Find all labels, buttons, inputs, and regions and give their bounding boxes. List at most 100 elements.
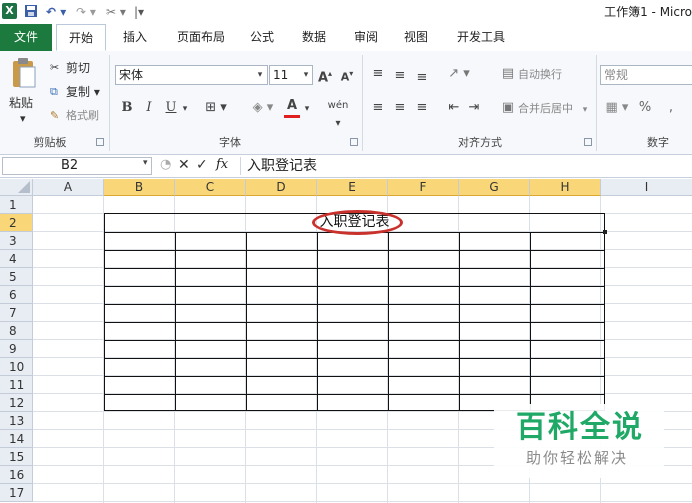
shrink-font-icon[interactable]: A▾ <box>338 65 356 87</box>
chevron-down-icon[interactable]: ▾ <box>300 66 312 84</box>
row-header-5[interactable]: 5 <box>0 268 33 286</box>
tab-formulas[interactable]: 公式 <box>242 24 282 51</box>
row-header-17[interactable]: 17 <box>0 484 33 502</box>
row-header-12[interactable]: 12 <box>0 394 33 412</box>
align-center-icon[interactable]: ≡ <box>392 99 408 117</box>
column-header-a[interactable]: A <box>33 179 104 196</box>
number-group-label: 数字 <box>647 136 669 149</box>
tab-review[interactable]: 审阅 <box>346 24 386 51</box>
cut-button[interactable]: 剪切 <box>66 60 90 76</box>
row-header-9[interactable]: 9 <box>0 340 33 358</box>
table-border <box>175 232 176 411</box>
row-header-8[interactable]: 8 <box>0 322 33 340</box>
merge-center-icon[interactable]: ▣ <box>500 99 516 117</box>
italic-button[interactable]: I <box>142 99 156 117</box>
decrease-indent-icon[interactable]: ⇤ <box>446 99 462 117</box>
column-header-f[interactable]: F <box>388 179 459 196</box>
tab-page-layout[interactable]: 页面布局 <box>166 24 236 51</box>
merge-center-button[interactable]: 合并后居中 <box>518 101 573 117</box>
tab-developer[interactable]: 开发工具 <box>446 24 516 51</box>
clipboard-launcher-icon[interactable] <box>96 138 104 146</box>
watermark-sub-text: 助你轻松解决 <box>526 449 629 467</box>
orientation-icon[interactable]: ↗ ▾ <box>446 65 472 83</box>
format-painter-icon[interactable]: ✎ <box>50 108 59 124</box>
save-icon[interactable] <box>24 4 38 20</box>
row-header-2[interactable]: 2 <box>0 214 33 232</box>
format-painter-button[interactable]: 格式刷 <box>66 108 99 124</box>
column-header-d[interactable]: D <box>246 179 317 196</box>
align-middle-icon[interactable]: ≡ <box>392 67 408 85</box>
fill-color-icon[interactable]: ◈ ▾ <box>248 99 278 117</box>
align-bottom-icon[interactable]: ≡ <box>414 69 430 87</box>
insert-function-button[interactable]: fx <box>216 157 228 172</box>
tab-file[interactable]: 文件 <box>0 24 52 51</box>
row-header-15[interactable]: 15 <box>0 448 33 466</box>
borders-icon[interactable]: ⊞ ▾ <box>204 99 228 117</box>
column-header-i[interactable]: I <box>601 179 692 196</box>
row-header-7[interactable]: 7 <box>0 304 33 322</box>
format-painter-qa-icon[interactable]: ✂ ▾ <box>106 4 126 20</box>
tab-insert[interactable]: 插入 <box>114 24 156 51</box>
name-box-dropdown-icon[interactable]: ▾ <box>143 158 148 168</box>
redo-icon[interactable]: ↷ ▾ <box>76 4 96 20</box>
column-header-h[interactable]: H <box>530 179 601 196</box>
name-box[interactable]: B2 <box>2 157 152 175</box>
underline-button[interactable]: U <box>164 99 178 117</box>
row-header-10[interactable]: 10 <box>0 358 33 376</box>
percent-button[interactable]: % <box>638 99 652 117</box>
row-header-11[interactable]: 11 <box>0 376 33 394</box>
chevron-down-icon[interactable]: ▾ <box>254 66 266 84</box>
ribbon-separator <box>596 55 597 151</box>
wrap-text-icon[interactable]: ▤ <box>500 65 516 83</box>
font-name-select[interactable]: 宋体 <box>115 65 268 85</box>
phonetic-guide-icon[interactable]: wén ▾ <box>324 97 352 133</box>
row-header-14[interactable]: 14 <box>0 430 33 448</box>
paste-button[interactable]: 粘贴 <box>9 95 33 111</box>
tab-view[interactable]: 视图 <box>396 24 436 51</box>
column-header-e[interactable]: E <box>317 179 388 196</box>
cut-icon[interactable]: ✂ <box>50 60 59 76</box>
cancel-icon[interactable]: ✕ <box>178 157 190 173</box>
fill-handle[interactable] <box>603 230 607 234</box>
column-header-c[interactable]: C <box>175 179 246 196</box>
copy-icon[interactable]: ⧉ <box>50 84 58 100</box>
row-header-1[interactable]: 1 <box>0 196 33 214</box>
tab-data[interactable]: 数据 <box>294 24 334 51</box>
font-group-label: 字体 <box>219 136 241 149</box>
chevron-down-icon[interactable]: ▾ <box>180 100 190 118</box>
row-header-3[interactable]: 3 <box>0 232 33 250</box>
font-launcher-icon[interactable] <box>350 138 358 146</box>
align-top-icon[interactable]: ≡ <box>370 65 386 83</box>
align-left-icon[interactable]: ≡ <box>370 99 386 117</box>
tab-home[interactable]: 开始 <box>56 24 106 51</box>
row-header-6[interactable]: 6 <box>0 286 33 304</box>
watermark-main-text: 百科全说 <box>516 410 644 445</box>
select-all-corner[interactable] <box>0 179 33 196</box>
copy-button[interactable]: 复制 ▾ <box>66 84 100 100</box>
font-color-icon[interactable]: A <box>284 97 300 118</box>
table-border <box>317 232 318 411</box>
comma-button[interactable]: , <box>664 99 678 117</box>
alignment-launcher-icon[interactable] <box>584 138 592 146</box>
paste-icon[interactable] <box>10 57 38 91</box>
enter-icon[interactable]: ✓ <box>196 157 208 173</box>
accounting-format-icon[interactable]: ▦ ▾ <box>604 99 630 117</box>
formula-input[interactable]: 入职登记表 <box>240 157 692 175</box>
increase-indent-icon[interactable]: ⇥ <box>466 99 482 117</box>
column-header-g[interactable]: G <box>459 179 530 196</box>
customize-qa-icon[interactable]: |▾ <box>134 4 144 20</box>
row-header-16[interactable]: 16 <box>0 466 33 484</box>
row-header-4[interactable]: 4 <box>0 250 33 268</box>
row-header-13[interactable]: 13 <box>0 412 33 430</box>
grow-font-icon[interactable]: A▴ <box>316 65 334 87</box>
chevron-down-icon[interactable]: ▾ <box>302 100 312 118</box>
undo-icon[interactable]: ↶ ▾ <box>46 4 66 20</box>
column-header-b[interactable]: B <box>104 179 175 196</box>
bold-button[interactable]: B <box>120 99 134 117</box>
excel-app-icon[interactable]: X <box>2 3 17 19</box>
chevron-down-icon[interactable]: ▾ <box>580 101 590 119</box>
wrap-text-button[interactable]: 自动换行 <box>518 67 562 83</box>
number-format-select[interactable]: 常规 <box>600 65 692 85</box>
align-right-icon[interactable]: ≡ <box>414 99 430 117</box>
paste-dropdown-icon[interactable]: ▾ <box>20 111 26 127</box>
